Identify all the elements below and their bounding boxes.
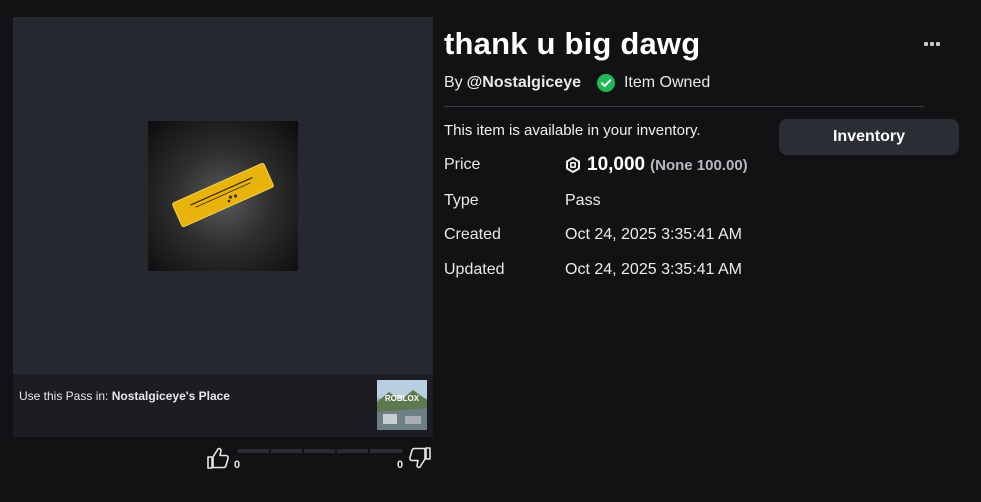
item-thumbnail-panel: Use this Pass in: Nostalgiceye's Place R… — [13, 17, 433, 437]
downvote-count: 0 — [397, 459, 404, 471]
created-value: Oct 24, 2025 3:35:41 AM — [565, 226, 743, 243]
item-title: thank u big dawg — [444, 26, 701, 61]
type-value: Pass — [565, 192, 601, 209]
place-link[interactable]: Nostalgiceye's Place — [112, 389, 230, 403]
more-dot-icon — [936, 42, 940, 46]
created-label: Created — [444, 226, 501, 243]
upvote-count: 0 — [234, 459, 241, 471]
type-label: Type — [444, 192, 479, 209]
item-thumbnail — [148, 121, 298, 271]
inventory-button[interactable]: Inventory — [779, 119, 959, 155]
use-pass-prefix: Use this Pass in: — [19, 389, 109, 403]
place-thumbnail[interactable]: ROBLOX — [377, 380, 427, 430]
creator-link[interactable]: @Nostalgiceye — [467, 74, 581, 92]
vote-percentage-bar — [237, 449, 403, 453]
price-amount: 10,000 — [587, 154, 646, 175]
place-thumbnail-label: ROBLOX — [385, 394, 420, 403]
more-options-button[interactable] — [918, 34, 946, 54]
use-pass-bar: Use this Pass in: Nostalgiceye's Place R… — [13, 374, 433, 437]
robux-icon — [566, 157, 580, 173]
check-circle-icon — [596, 74, 615, 92]
price-note: (None 100.00) — [650, 156, 748, 174]
item-owned-label: Item Owned — [623, 74, 711, 91]
thumbs-up-icon[interactable] — [205, 445, 231, 471]
updated-label: Updated — [444, 261, 505, 278]
divider — [444, 106, 924, 107]
use-pass-text: Use this Pass in: Nostalgiceye's Place — [19, 389, 230, 403]
pass-ticket-icon — [172, 162, 274, 228]
more-dot-icon — [930, 42, 934, 46]
vote-section: 0 0 — [205, 445, 435, 475]
more-dot-icon — [924, 42, 928, 46]
availability-text: This item is available in your inventory… — [444, 122, 701, 139]
price-label: Price — [444, 156, 481, 173]
by-prefix: By — [444, 74, 463, 91]
updated-value: Oct 24, 2025 3:35:41 AM — [565, 261, 743, 278]
price-value: 10,000 (None 100.00) — [565, 154, 748, 176]
thumbs-down-icon[interactable] — [407, 445, 433, 471]
item-byline: By @Nostalgiceye Item Owned — [444, 74, 710, 92]
